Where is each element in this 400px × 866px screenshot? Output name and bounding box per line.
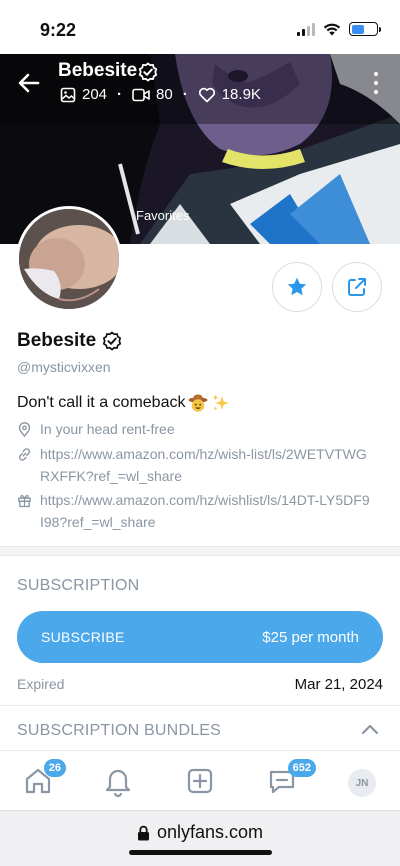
header-stats: 204 · 80 · 18.9K (60, 86, 261, 103)
photos-count: 204 (82, 86, 108, 103)
favorites-label: Favorites (136, 208, 190, 223)
section-divider (0, 546, 400, 556)
profile-handle: @mysticvixxen (17, 359, 111, 375)
address-domain: onlyfans.com (156, 822, 264, 842)
subscribe-price: $25 per month (262, 628, 359, 646)
divider (0, 705, 400, 706)
videos-count: 80 (156, 86, 173, 103)
profile-header-bar: Bebesite 204 · 80 · 18.9K (0, 54, 400, 154)
sparkles-emoji-icon (212, 394, 230, 411)
chevron-up-icon[interactable] (360, 722, 380, 736)
wishlist-link-1[interactable]: https://www.amazon.com/hz/wish-list/ls/2… (40, 443, 370, 487)
status-icons (297, 22, 381, 36)
home-indicator (129, 850, 272, 855)
lock-icon (137, 825, 149, 840)
address-display[interactable]: onlyfans.com (0, 822, 400, 843)
bundles-title[interactable]: SUBSCRIPTION BUNDLES (17, 722, 221, 740)
subscription-title: SUBSCRIPTION (17, 577, 140, 594)
back-arrow-icon[interactable] (16, 70, 42, 96)
nav-notifications[interactable] (102, 765, 134, 798)
wishlist-link-2[interactable]: https://www.amazon.com/hz/wishlist/ls/14… (40, 489, 370, 533)
stat-separator: · (182, 86, 188, 103)
battery-icon (349, 22, 381, 36)
share-icon (348, 278, 366, 296)
bottom-nav: 26 652 JN (0, 750, 400, 810)
verified-icon (102, 331, 122, 351)
more-vertical-icon[interactable] (368, 72, 384, 94)
expired-label: Expired (17, 676, 65, 692)
cowboy-emoji-icon (188, 394, 208, 412)
link-row-2[interactable]: https://www.amazon.com/hz/wishlist/ls/14… (17, 489, 370, 533)
plus-square-icon (187, 768, 213, 794)
avatar-image (19, 209, 119, 309)
bio-text: Don't call it a comeback (17, 394, 186, 411)
bell-icon (105, 769, 131, 798)
subscribe-label: SUBSCRIBE (41, 629, 125, 645)
nav-new-post[interactable] (184, 765, 216, 797)
nav-home[interactable]: 26 (22, 759, 66, 797)
nav-messages[interactable]: 652 (266, 759, 316, 797)
home-badge: 26 (43, 759, 66, 777)
likes-stat: 18.9K (198, 86, 261, 103)
nav-user-avatar[interactable]: JN (348, 769, 376, 797)
share-button[interactable] (332, 262, 382, 312)
image-icon (60, 87, 76, 102)
wifi-icon (323, 23, 341, 36)
expired-date: Mar 21, 2024 (294, 676, 383, 693)
favorite-button[interactable] (272, 262, 322, 312)
header-profile-name: Bebesite (58, 60, 138, 81)
browser-address-bar[interactable]: onlyfans.com (0, 810, 400, 866)
stat-separator: · (117, 86, 123, 103)
link-row-1[interactable]: https://www.amazon.com/hz/wish-list/ls/2… (17, 443, 370, 487)
likes-count: 18.9K (221, 86, 261, 103)
messages-badge: 652 (287, 759, 316, 777)
profile-bio: Don't call it a comeback (17, 393, 231, 413)
heart-icon (198, 87, 215, 102)
subscribe-button[interactable]: SUBSCRIBE $25 per month (17, 611, 383, 663)
location-row: In your head rent-free (17, 418, 370, 440)
verified-icon (138, 62, 158, 82)
video-icon (132, 88, 150, 101)
videos-stat: 80 (132, 86, 173, 103)
gift-icon (18, 494, 31, 508)
location-text: In your head rent-free (40, 421, 175, 437)
profile-name: Bebesite (17, 330, 97, 351)
cellular-signal-icon (297, 22, 315, 36)
status-time: 9:22 (40, 20, 77, 40)
star-icon (287, 277, 307, 296)
photos-stat: 204 (60, 86, 107, 103)
profile-name-row: Bebesite (17, 330, 122, 352)
status-bar: 9:22 (0, 0, 400, 54)
location-icon (18, 422, 31, 437)
avatar[interactable] (16, 206, 122, 312)
link-icon (18, 448, 31, 461)
